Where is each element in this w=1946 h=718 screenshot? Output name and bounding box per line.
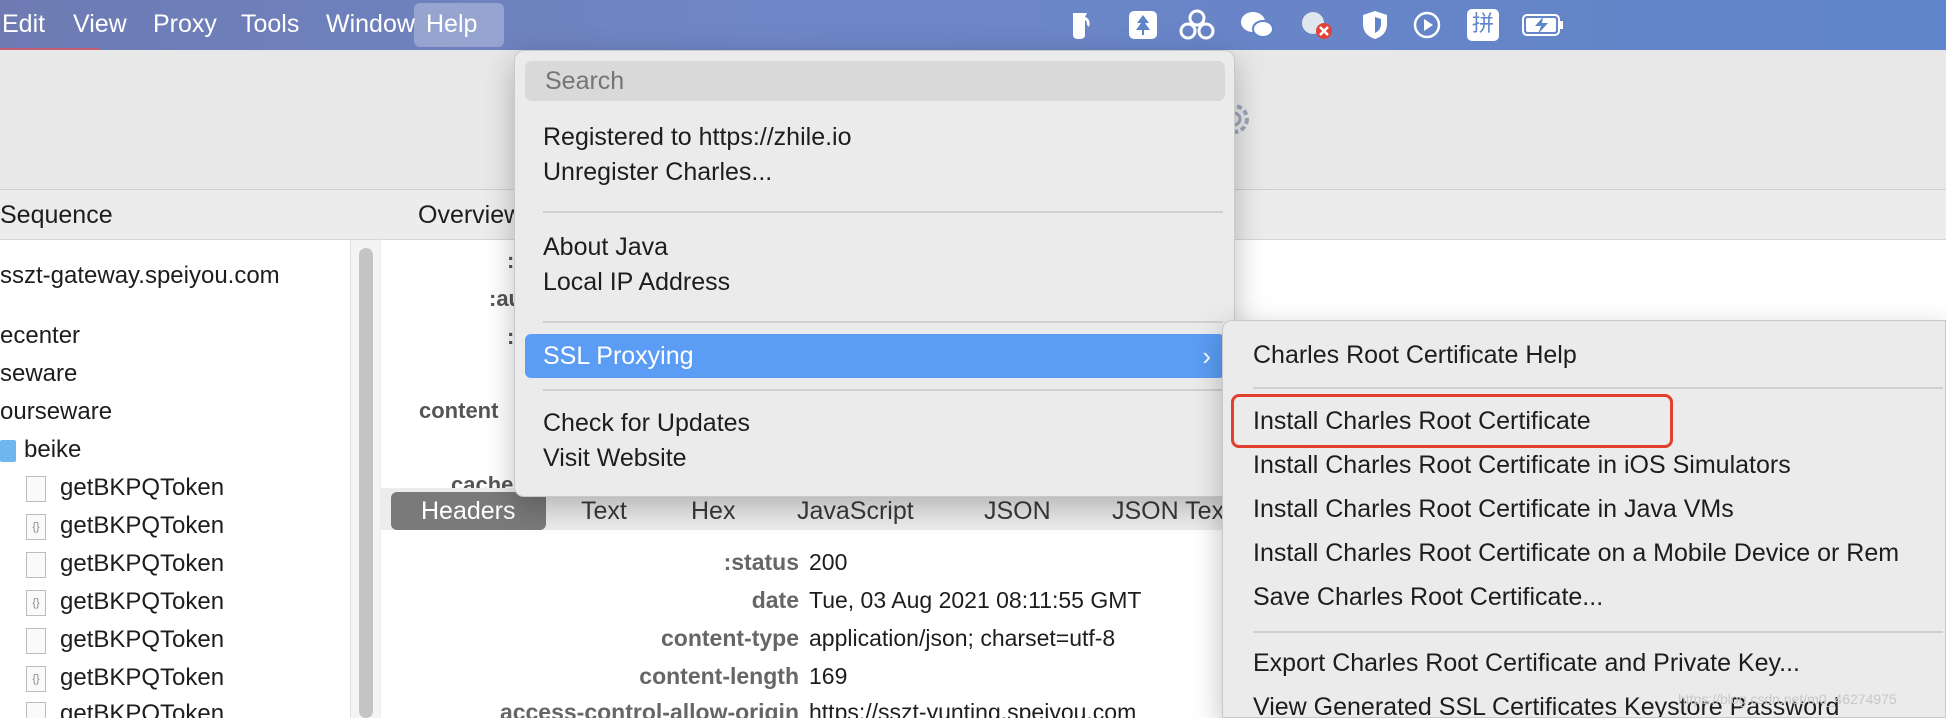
menu-proxy[interactable]: Proxy bbox=[153, 0, 217, 50]
overview-key: content bbox=[419, 398, 499, 423]
tree-row-host[interactable]: sszt-gateway.speiyou.com bbox=[0, 258, 280, 294]
tab-headers[interactable]: Headers bbox=[391, 492, 546, 530]
menu-item-export-cert[interactable]: Export Charles Root Certificate and Priv… bbox=[1253, 641, 1800, 685]
cluster-icon[interactable] bbox=[1178, 6, 1216, 44]
header-key: content-type bbox=[661, 625, 799, 651]
menu-tools[interactable]: Tools bbox=[241, 0, 299, 50]
tree-row-label: beike bbox=[24, 436, 82, 463]
menu-item-visit-website[interactable]: Visit Website bbox=[515, 436, 1236, 480]
sidebar-header[interactable]: Sequence bbox=[0, 190, 380, 240]
tab-hex[interactable]: Hex bbox=[691, 492, 735, 530]
tree-row-label: getBKPQToken bbox=[60, 550, 225, 577]
header-key: content-length bbox=[639, 663, 799, 689]
jug-icon[interactable] bbox=[1062, 6, 1100, 44]
document-icon bbox=[26, 627, 46, 654]
tab-json[interactable]: JSON bbox=[984, 492, 1051, 530]
chevron-right-icon: › bbox=[1202, 341, 1211, 371]
tree-row-label: getBKPQToken bbox=[60, 588, 225, 615]
menu-help[interactable]: Help bbox=[414, 3, 504, 47]
watermark: https://blog.csdn.net/m0_46274975 bbox=[1678, 691, 1897, 707]
battery-charging-icon[interactable] bbox=[1520, 6, 1566, 44]
input-method-icon[interactable]: 拼 bbox=[1464, 6, 1502, 44]
header-key: date bbox=[751, 587, 799, 613]
tree-row-label: getBKPQToken bbox=[60, 474, 225, 501]
menu-bar: Edit View Proxy Tools Window Help 拼 bbox=[0, 0, 1946, 50]
help-menu: Registered to https://zhile.io Unregiste… bbox=[514, 50, 1235, 497]
sequence-sidebar: Sequence sszt-gateway.speiyou.com ecente… bbox=[0, 190, 380, 718]
menu-item-root-cert-help[interactable]: Charles Root Certificate Help bbox=[1253, 333, 1577, 377]
tree-row-label: getBKPQToken bbox=[60, 700, 225, 718]
header-value: Tue, 03 Aug 2021 08:11:55 GMT bbox=[809, 587, 1142, 613]
tree-row-label: sszt-gateway.speiyou.com bbox=[0, 262, 280, 289]
tree-row-request[interactable]: getBKPQToken bbox=[26, 470, 224, 506]
tree-row-request[interactable]: {} getBKPQToken bbox=[26, 660, 224, 696]
tree-row-label: ourseware bbox=[0, 398, 113, 425]
menu-item-install-root-cert[interactable]: Install Charles Root Certificate bbox=[1253, 399, 1591, 443]
menu-separator bbox=[1253, 631, 1943, 633]
tree-row-request[interactable]: getBKPQToken bbox=[26, 696, 224, 718]
header-value: application/json; charset=utf-8 bbox=[809, 625, 1116, 651]
menu-separator bbox=[543, 389, 1223, 391]
document-icon bbox=[26, 475, 46, 502]
ssl-proxying-submenu: Charles Root Certificate Help Install Ch… bbox=[1222, 320, 1946, 718]
tree-row-label: ecenter bbox=[0, 322, 81, 349]
tree-row-label: seware bbox=[0, 360, 78, 387]
shield-icon[interactable] bbox=[1356, 6, 1394, 44]
tree-row-request[interactable]: getBKPQToken bbox=[26, 622, 224, 658]
menu-separator bbox=[543, 321, 1223, 323]
tree-row-label: getBKPQToken bbox=[60, 626, 225, 653]
network-blocked-icon[interactable] bbox=[1298, 6, 1336, 44]
menu-separator bbox=[543, 211, 1223, 213]
tree-row-label: getBKPQToken bbox=[60, 512, 225, 539]
menu-view[interactable]: View bbox=[73, 0, 127, 50]
json-document-icon: {} bbox=[26, 589, 46, 616]
menu-window[interactable]: Window bbox=[326, 0, 415, 50]
tree-row-folder[interactable]: beike bbox=[0, 432, 81, 468]
header-value: https://sszt-yunting.speiyou.com bbox=[809, 699, 1137, 718]
menu-item-install-mobile[interactable]: Install Charles Root Certificate on a Mo… bbox=[1253, 531, 1899, 575]
header-value: 200 bbox=[809, 549, 848, 575]
menu-item-install-java-vm[interactable]: Install Charles Root Certificate in Java… bbox=[1253, 487, 1734, 531]
tree-row-label: getBKPQToken bbox=[60, 664, 225, 691]
json-document-icon: {} bbox=[26, 513, 46, 540]
play-icon[interactable] bbox=[1408, 6, 1446, 44]
tree-row-request[interactable]: {} getBKPQToken bbox=[26, 508, 224, 544]
tab-javascript[interactable]: JavaScript bbox=[797, 492, 914, 530]
json-document-icon: {} bbox=[26, 665, 46, 692]
menu-item-unregister[interactable]: Unregister Charles... bbox=[515, 150, 1236, 194]
menu-item-ssl-proxying[interactable]: SSL Proxying › bbox=[525, 334, 1225, 378]
tab-text[interactable]: Text bbox=[581, 492, 627, 530]
tree-row-request[interactable]: {} getBKPQToken bbox=[26, 584, 224, 620]
menu-item-local-ip[interactable]: Local IP Address bbox=[515, 260, 1236, 304]
menu-separator bbox=[1253, 387, 1943, 389]
document-icon bbox=[26, 551, 46, 578]
scrollbar-thumb[interactable] bbox=[359, 248, 373, 718]
menu-edit[interactable]: Edit bbox=[2, 0, 45, 50]
tree-row-path[interactable]: ecenter bbox=[0, 318, 80, 354]
sidebar-scrollbar[interactable] bbox=[350, 240, 380, 718]
wechat-icon[interactable] bbox=[1238, 6, 1276, 44]
input-method-glyph: 拼 bbox=[1467, 9, 1499, 41]
document-icon bbox=[26, 701, 46, 718]
tree-icon[interactable] bbox=[1124, 6, 1162, 44]
folder-icon bbox=[0, 439, 16, 462]
menu-item-save-root-cert[interactable]: Save Charles Root Certificate... bbox=[1253, 575, 1603, 619]
tree-row-path[interactable]: seware bbox=[0, 356, 77, 392]
menu-item-label: SSL Proxying bbox=[543, 342, 694, 370]
tab-json-text[interactable]: JSON Tex bbox=[1112, 492, 1224, 530]
header-value: 169 bbox=[809, 663, 848, 689]
tree-row-path[interactable]: ourseware bbox=[0, 394, 112, 430]
menu-item-install-ios-sim[interactable]: Install Charles Root Certificate in iOS … bbox=[1253, 443, 1791, 487]
header-key: :status bbox=[723, 549, 799, 575]
header-key: access-control-allow-origin bbox=[499, 699, 799, 718]
help-search-input[interactable] bbox=[525, 61, 1225, 101]
tree-row-request[interactable]: getBKPQToken bbox=[26, 546, 224, 582]
